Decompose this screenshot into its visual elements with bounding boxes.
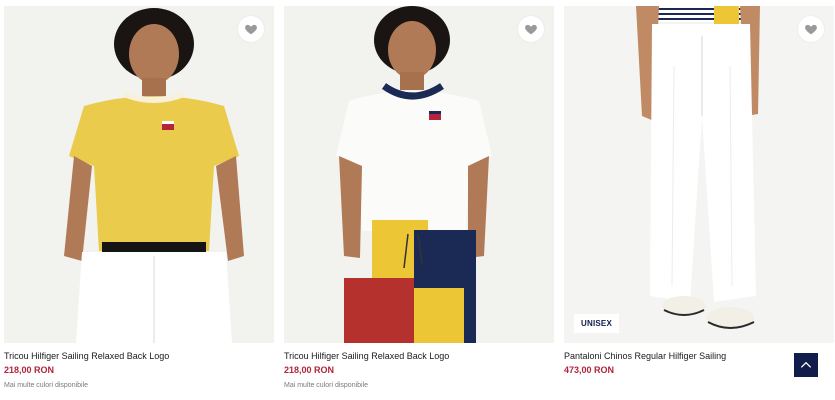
product-title[interactable]: Tricou Hilfiger Sailing Relaxed Back Log… (4, 350, 274, 362)
more-colors-note: Mai multe culori disponibile (284, 382, 369, 389)
heart-icon (805, 24, 817, 35)
heart-icon (245, 24, 257, 35)
product-image[interactable] (4, 6, 274, 343)
product-image[interactable] (284, 6, 554, 343)
favorite-button[interactable] (798, 16, 824, 42)
chevron-up-icon (800, 361, 812, 368)
product-price: 218,00 RON (4, 365, 55, 375)
unisex-badge: UNISEX (574, 314, 619, 333)
product-card[interactable]: Tricou Hilfiger Sailing Relaxed Back Log… (284, 6, 554, 391)
product-price: 218,00 RON (284, 365, 335, 375)
product-card[interactable]: UNISEX Pantaloni Chinos Regular Hilfiger… (564, 6, 834, 376)
favorite-button[interactable] (518, 16, 544, 42)
favorite-button[interactable] (238, 16, 264, 42)
scroll-to-top-button[interactable] (794, 353, 818, 377)
product-grid: Tricou Hilfiger Sailing Relaxed Back Log… (0, 0, 835, 400)
product-card[interactable]: Tricou Hilfiger Sailing Relaxed Back Log… (4, 6, 274, 391)
product-title[interactable]: Tricou Hilfiger Sailing Relaxed Back Log… (284, 350, 554, 362)
product-image[interactable]: UNISEX (564, 6, 834, 343)
heart-icon (525, 24, 537, 35)
more-colors-note: Mai multe culori disponibile (4, 382, 89, 389)
